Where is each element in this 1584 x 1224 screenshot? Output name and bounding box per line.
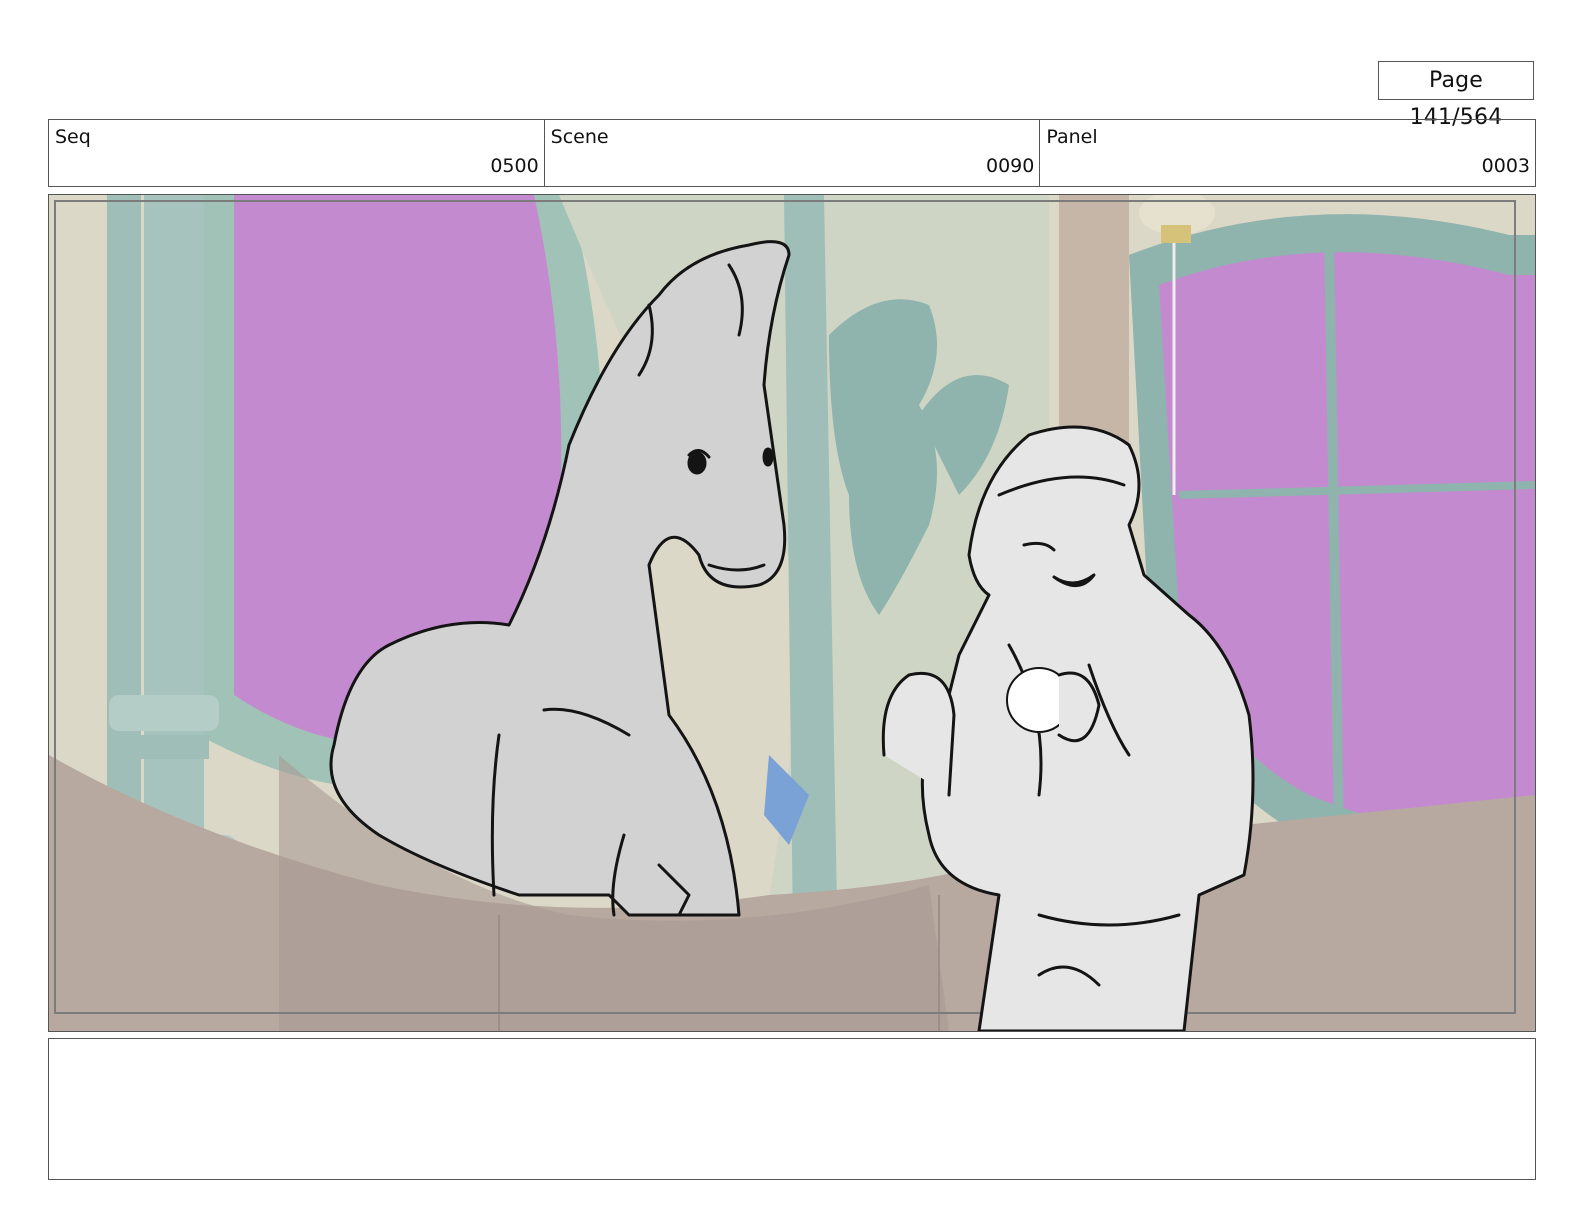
panel-header: Seq 0500 Scene 0090 Panel 0003 bbox=[48, 119, 1536, 187]
seq-label: Seq bbox=[55, 126, 91, 148]
scene-value: 0090 bbox=[985, 155, 1035, 177]
panel-cell: Panel 0003 bbox=[1040, 120, 1535, 186]
storyboard-drawing bbox=[49, 195, 1535, 1031]
seq-cell: Seq 0500 bbox=[49, 120, 545, 186]
storyboard-frame bbox=[48, 194, 1536, 1032]
scene-cell: Scene 0090 bbox=[545, 120, 1041, 186]
page-number: Page 141/564 bbox=[1378, 61, 1534, 130]
seq-value: 0500 bbox=[490, 155, 539, 177]
notes-box bbox=[48, 1038, 1536, 1180]
panel-value: 0003 bbox=[1481, 155, 1531, 177]
panel-label: Panel bbox=[1046, 126, 1098, 148]
scene-label: Scene bbox=[550, 126, 609, 148]
